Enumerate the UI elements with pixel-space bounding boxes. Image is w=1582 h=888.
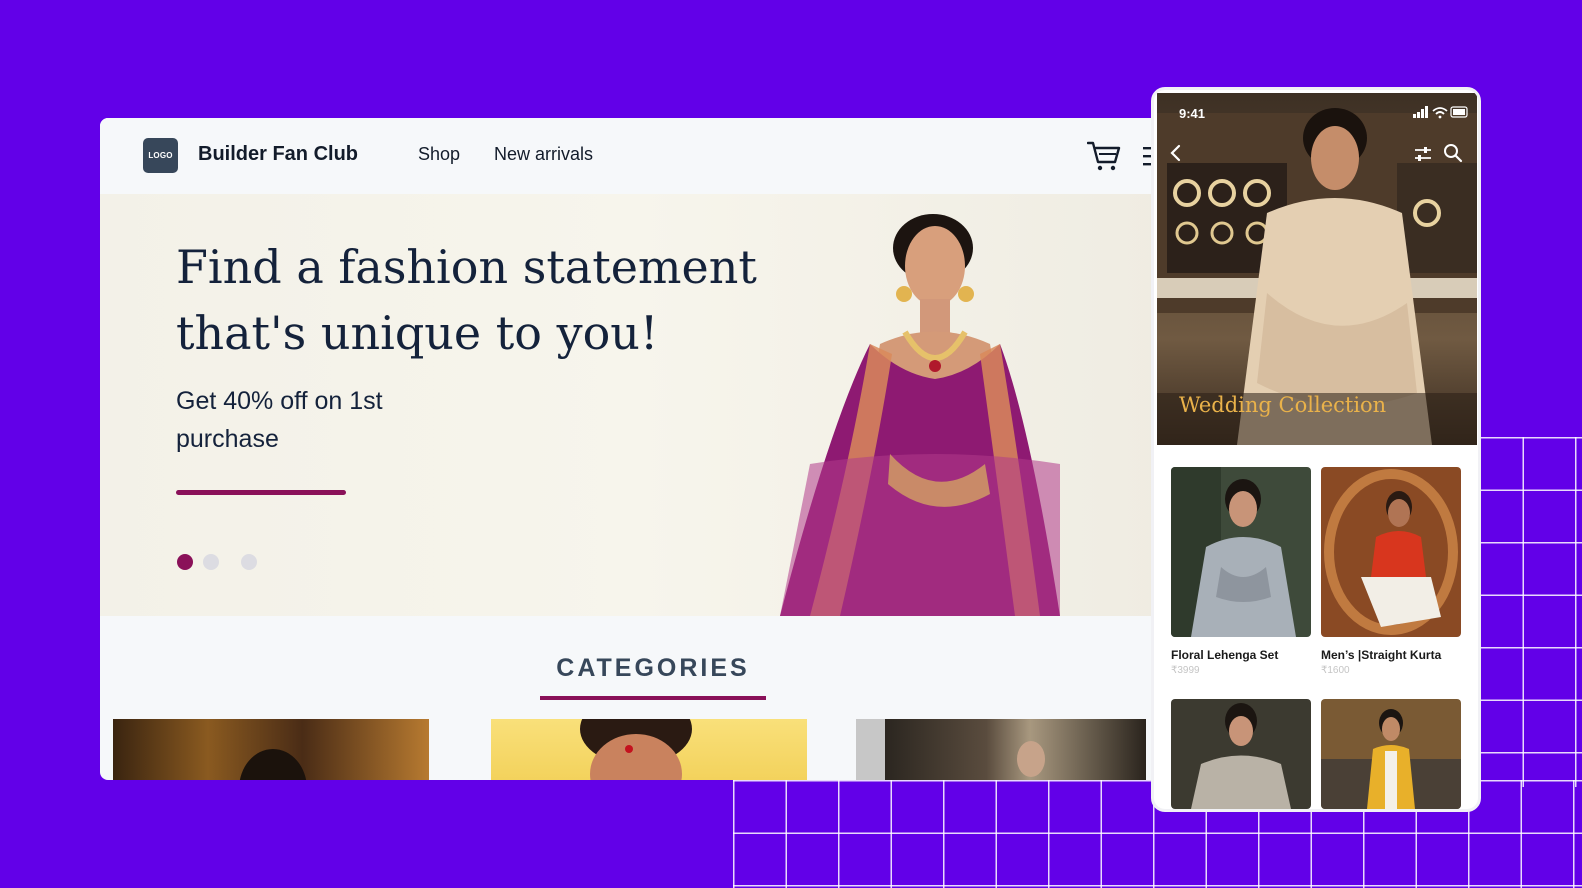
brand-name[interactable]: Builder Fan Club: [198, 143, 358, 166]
navbar: LOGO Builder Fan Club Shop New arrivals: [100, 118, 1170, 194]
product-image: [1321, 699, 1461, 809]
cart-icon[interactable]: [1087, 140, 1121, 172]
status-time: 9:41: [1179, 106, 1206, 121]
phone-mockup: 9:41 Wedding Collection Floral Lehenga S…: [1151, 87, 1481, 812]
desktop-site-window: LOGO Builder Fan Club Shop New arrivals …: [100, 118, 1170, 780]
category-card-2[interactable]: [491, 719, 807, 780]
nav-link-new-arrivals[interactable]: New arrivals: [494, 144, 593, 165]
product-card[interactable]: Floral Lehenga Set ₹3999: [1171, 467, 1311, 676]
grid-decoration-right: [1470, 437, 1582, 787]
carousel-dot-2[interactable]: [203, 554, 219, 570]
product-image: [1171, 467, 1311, 637]
product-name: Floral Lehenga Set: [1171, 648, 1279, 662]
phone-banner[interactable]: 9:41 Wedding Collection: [1157, 93, 1477, 445]
banner-title: Wedding Collection: [1179, 393, 1387, 417]
product-name: Men’s |Straight Kurta: [1321, 648, 1442, 662]
carousel-dot-3[interactable]: [241, 554, 257, 570]
hero-subtitle: Get 40% off on 1st purchase: [176, 387, 383, 453]
nav-link-shop[interactable]: Shop: [418, 144, 460, 165]
search-icon[interactable]: [1443, 143, 1463, 163]
product-card[interactable]: [1321, 699, 1461, 809]
hero-underline: [176, 490, 346, 495]
product-price: ₹1600: [1321, 665, 1350, 676]
categories-heading: CATEGORIES: [556, 654, 750, 682]
hero-title: Find a fashion statement that's unique t…: [176, 240, 757, 360]
status-bar-icons: [1413, 106, 1468, 119]
product-image: [1171, 699, 1311, 809]
logo[interactable]: LOGO: [143, 138, 178, 173]
back-icon[interactable]: [1169, 143, 1183, 163]
hero-banner: Find a fashion statement that's unique t…: [100, 194, 1170, 616]
filter-icon[interactable]: [1413, 145, 1433, 163]
product-price: ₹3999: [1171, 665, 1200, 676]
product-card[interactable]: Men’s |Straight Kurta ₹1600: [1321, 467, 1461, 676]
carousel-dot-1[interactable]: [177, 554, 193, 570]
product-image: [1321, 467, 1461, 637]
category-card-3[interactable]: [856, 719, 1146, 780]
categories-underline: [540, 696, 766, 700]
product-card[interactable]: [1171, 699, 1311, 809]
category-card-1[interactable]: [113, 719, 429, 780]
hero-model-image: [780, 214, 1060, 616]
